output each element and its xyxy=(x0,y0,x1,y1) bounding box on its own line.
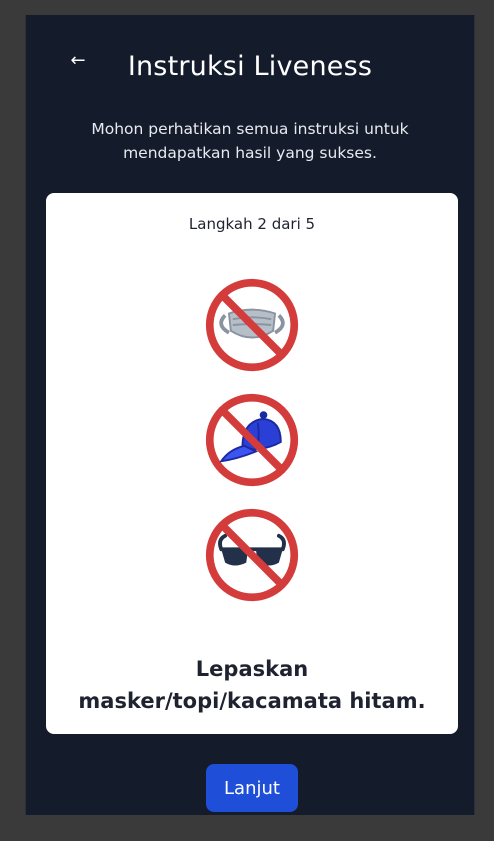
next-button[interactable]: Lanjut xyxy=(206,764,298,812)
instruction-card: Langkah 2 dari 5 Lepaskan masker/topi/ka… xyxy=(46,193,458,734)
page-subtitle: Mohon perhatikan semua instruksi untuk m… xyxy=(91,120,409,162)
page-title: Instruksi Liveness xyxy=(127,51,373,82)
no-mask-icon xyxy=(204,277,300,373)
no-cap-icon xyxy=(204,392,300,488)
step-indicator: Langkah 2 dari 5 xyxy=(188,215,316,233)
no-sunglasses-icon xyxy=(204,507,300,603)
app-screen: ← Instruksi Liveness Mohon perhatikan se… xyxy=(25,15,475,815)
instruction-text: Lepaskan masker/topi/kacamata hitam. xyxy=(78,657,426,713)
